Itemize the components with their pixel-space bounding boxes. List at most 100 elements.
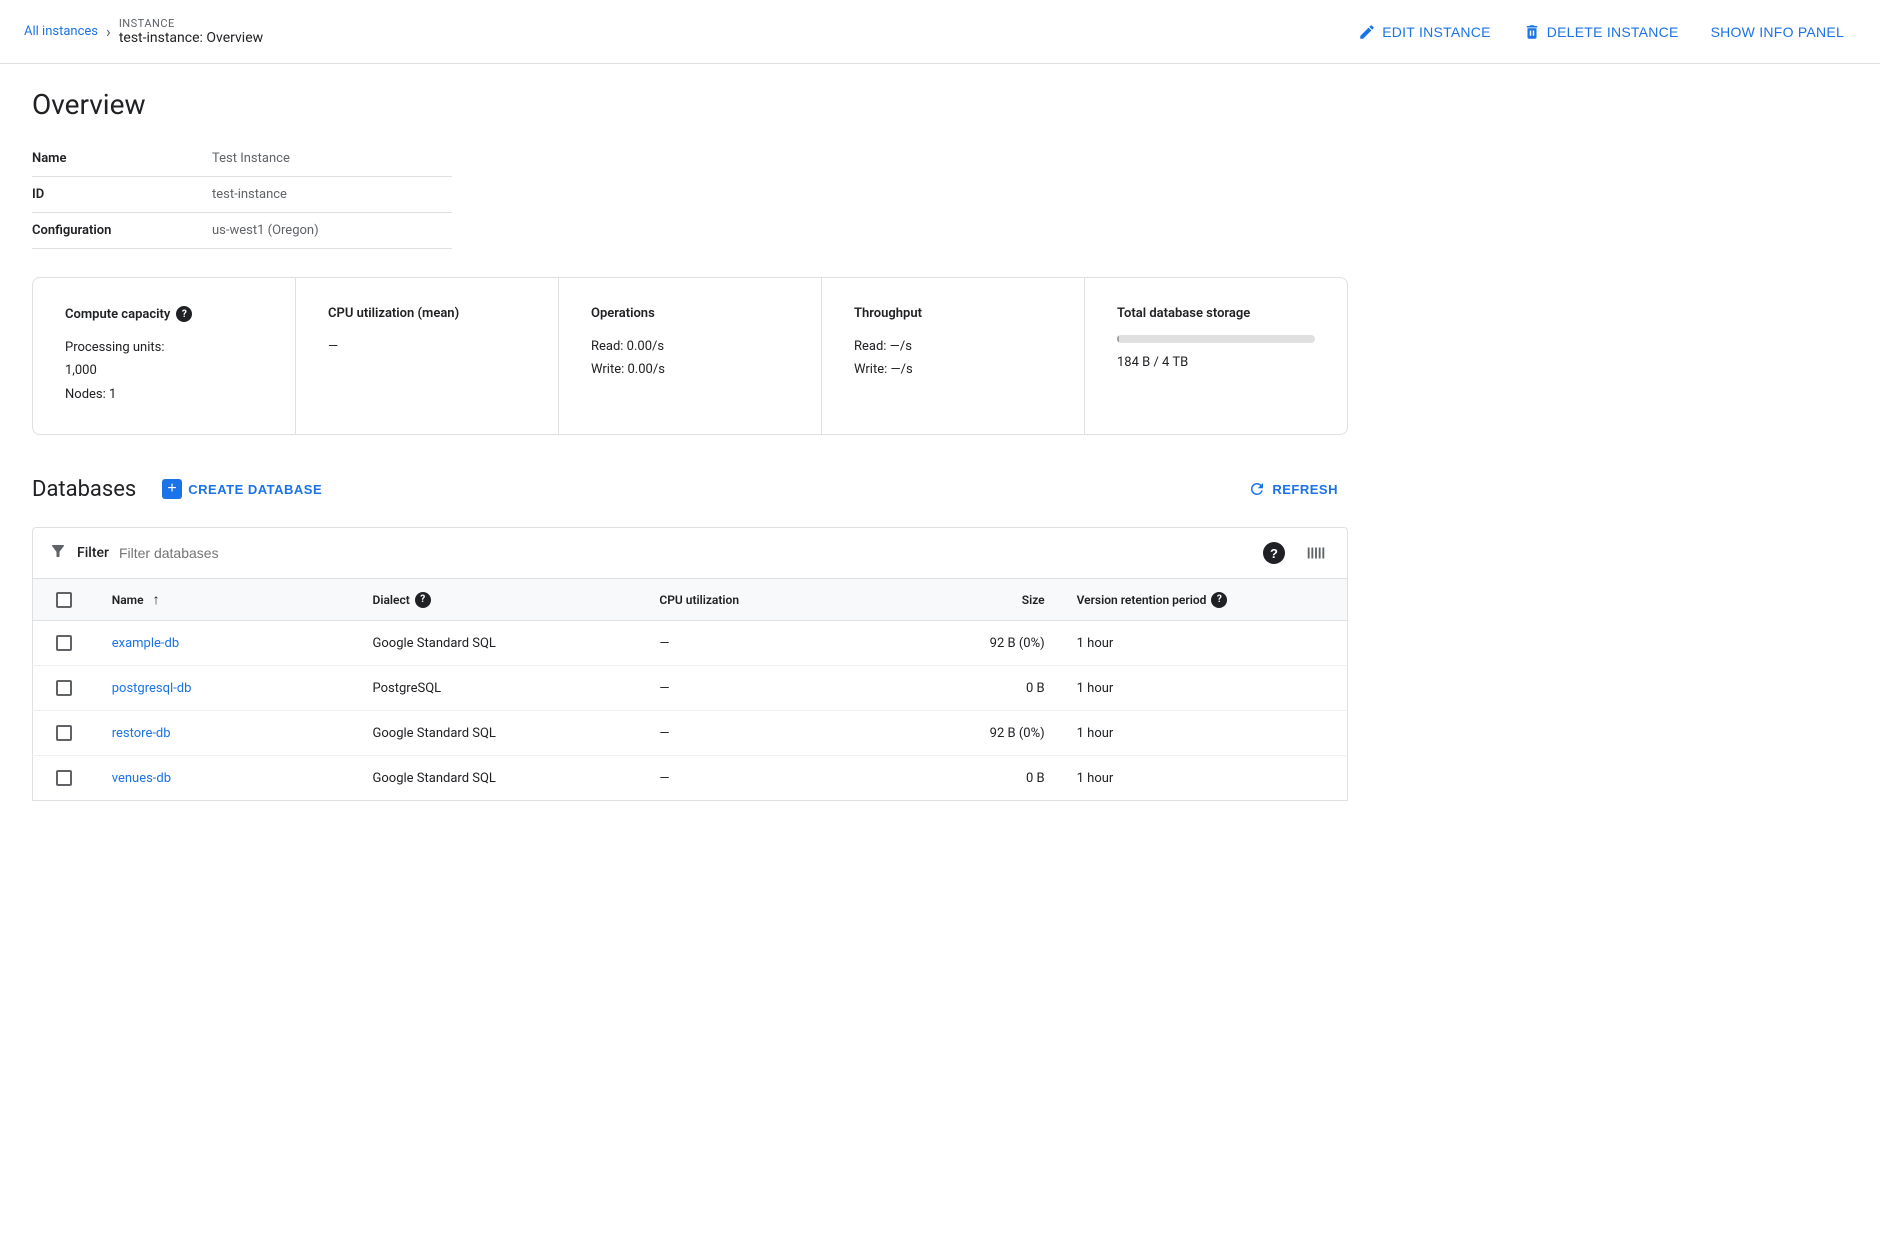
th-version: Version retention period ? — [1061, 579, 1348, 621]
top-actions: EDIT INSTANCE DELETE INSTANCE SHOW INFO … — [1346, 15, 1856, 49]
metric-operations-label: Operations — [591, 306, 789, 321]
th-name[interactable]: Name ↑ — [96, 579, 357, 621]
plus-icon: + — [162, 479, 182, 499]
databases-table-head: Name ↑ Dialect ? CPU utilization Size — [33, 579, 1348, 621]
row-dialect: Google Standard SQL — [357, 621, 644, 666]
edit-icon — [1358, 23, 1376, 41]
row-size: 0 B — [878, 666, 1061, 711]
delete-icon — [1523, 23, 1541, 41]
row-checkbox[interactable] — [56, 635, 72, 651]
row-cpu: — — [643, 711, 878, 756]
row-dialect: Google Standard SQL — [357, 711, 644, 756]
create-database-button[interactable]: + CREATE DATABASE — [152, 471, 332, 507]
filter-icon — [49, 542, 67, 564]
row-size: 92 B (0%) — [878, 711, 1061, 756]
row-checkbox[interactable] — [56, 770, 72, 786]
edit-instance-button[interactable]: EDIT INSTANCE — [1346, 15, 1503, 49]
row-version: 1 hour — [1061, 711, 1348, 756]
column-selector-button[interactable] — [1301, 538, 1331, 568]
th-checkbox — [33, 579, 96, 621]
databases-title: Databases — [32, 477, 136, 502]
row-dialect: Google Standard SQL — [357, 756, 644, 801]
filter-label: Filter — [77, 545, 109, 561]
metric-cpu-value: — — [328, 335, 526, 358]
row-checkbox-cell — [33, 621, 96, 666]
db-name-link[interactable]: postgresql-db — [112, 681, 192, 696]
main-content: Overview NameTest InstanceIDtest-instanc… — [0, 64, 1380, 825]
top-bar: All instances › INSTANCE test-instance: … — [0, 0, 1880, 64]
overview-row: IDtest-instance — [32, 177, 452, 213]
table-row: venues-db Google Standard SQL — 0 B 1 ho… — [33, 756, 1348, 801]
db-name-link[interactable]: venues-db — [112, 771, 171, 786]
db-name-link[interactable]: restore-db — [112, 726, 171, 741]
metric-compute-label: Compute capacity ? — [65, 306, 263, 322]
overview-field-label: Configuration — [32, 213, 212, 249]
overview-field-value: Test Instance — [212, 141, 452, 177]
table-row: restore-db Google Standard SQL — 92 B (0… — [33, 711, 1348, 756]
row-size: 92 B (0%) — [878, 621, 1061, 666]
section-title-group: Databases + CREATE DATABASE — [32, 471, 332, 507]
row-name: restore-db — [96, 711, 357, 756]
select-all-checkbox[interactable] — [56, 592, 72, 608]
compute-help-icon[interactable]: ? — [176, 306, 192, 322]
th-size: Size — [878, 579, 1061, 621]
row-version: 1 hour — [1061, 621, 1348, 666]
name-sort-icon: ↑ — [153, 591, 160, 608]
delete-instance-button[interactable]: DELETE INSTANCE — [1511, 15, 1691, 49]
overview-field-value: test-instance — [212, 177, 452, 213]
th-dialect: Dialect ? — [357, 579, 644, 621]
db-name-link[interactable]: example-db — [112, 636, 179, 651]
all-instances-link[interactable]: All instances — [24, 24, 98, 39]
breadcrumb-page-label: test-instance: Overview — [119, 30, 263, 46]
overview-field-label: Name — [32, 141, 212, 177]
breadcrumb: All instances › INSTANCE test-instance: … — [24, 17, 263, 46]
row-checkbox-cell — [33, 756, 96, 801]
storage-bar-fill — [1117, 335, 1119, 343]
databases-table-body: example-db Google Standard SQL — 92 B (0… — [33, 621, 1348, 801]
breadcrumb-chevron: › — [106, 22, 111, 41]
filter-right: ? — [1259, 538, 1331, 568]
dialect-help-icon[interactable]: ? — [415, 592, 431, 608]
metric-throughput-value: Read: —/s Write: —/s — [854, 335, 1052, 382]
show-info-panel-button[interactable]: SHOW INFO PANEL — [1699, 16, 1856, 48]
filter-input[interactable] — [119, 545, 419, 561]
row-size: 0 B — [878, 756, 1061, 801]
row-checkbox[interactable] — [56, 725, 72, 741]
databases-table: Name ↑ Dialect ? CPU utilization Size — [32, 578, 1348, 801]
row-name: venues-db — [96, 756, 357, 801]
metric-storage-label: Total database storage — [1117, 306, 1315, 321]
breadcrumb-section-label: INSTANCE — [119, 17, 263, 30]
page-title: Overview — [32, 88, 1348, 121]
storage-bar-wrap — [1117, 335, 1315, 343]
row-name: postgresql-db — [96, 666, 357, 711]
table-row: example-db Google Standard SQL — 92 B (0… — [33, 621, 1348, 666]
columns-icon — [1305, 542, 1327, 564]
th-cpu: CPU utilization — [643, 579, 878, 621]
breadcrumb-current: INSTANCE test-instance: Overview — [119, 17, 263, 46]
databases-section-header: Databases + CREATE DATABASE REFRESH — [32, 471, 1348, 507]
metric-cpu: CPU utilization (mean) — — [296, 278, 559, 434]
overview-row: Configurationus-west1 (Oregon) — [32, 213, 452, 249]
refresh-icon — [1248, 480, 1266, 498]
table-row: postgresql-db PostgreSQL — 0 B 1 hour — [33, 666, 1348, 711]
row-version: 1 hour — [1061, 756, 1348, 801]
metric-compute: Compute capacity ? Processing units: 1,0… — [33, 278, 296, 434]
metric-throughput-label: Throughput — [854, 306, 1052, 321]
overview-table: NameTest InstanceIDtest-instanceConfigur… — [32, 141, 452, 249]
row-version: 1 hour — [1061, 666, 1348, 711]
row-name: example-db — [96, 621, 357, 666]
metric-operations-value: Read: 0.00/s Write: 0.00/s — [591, 335, 789, 382]
row-cpu: — — [643, 621, 878, 666]
refresh-button[interactable]: REFRESH — [1238, 472, 1348, 506]
row-checkbox-cell — [33, 666, 96, 711]
version-help-icon[interactable]: ? — [1211, 592, 1227, 608]
row-checkbox[interactable] — [56, 680, 72, 696]
row-checkbox-cell — [33, 711, 96, 756]
filter-bar: Filter ? — [32, 527, 1348, 578]
overview-field-label: ID — [32, 177, 212, 213]
metric-storage-value: 184 B / 4 TB — [1117, 335, 1315, 374]
metric-operations: Operations Read: 0.00/s Write: 0.00/s — [559, 278, 822, 434]
table-help-icon: ? — [1263, 542, 1285, 564]
table-help-button[interactable]: ? — [1259, 538, 1289, 568]
metrics-card: Compute capacity ? Processing units: 1,0… — [32, 277, 1348, 435]
